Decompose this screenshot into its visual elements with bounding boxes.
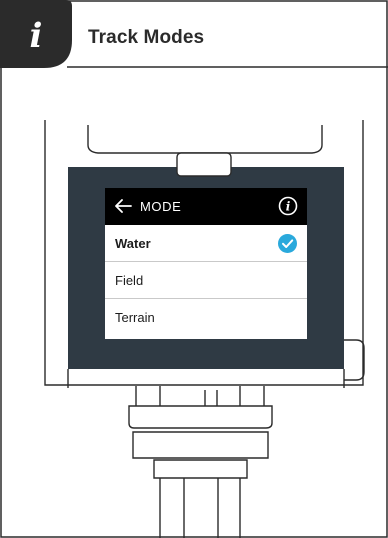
info-icon: i [0,0,72,68]
mode-label: Field [115,272,144,288]
screen-header: MODE i [105,188,307,225]
svg-text:i: i [30,16,43,56]
info-circle-icon[interactable]: i [278,196,298,216]
device-screen: MODE i Water Field Terrain [105,188,307,339]
mode-item-field[interactable]: Field [105,262,307,299]
page-title: Track Modes [88,27,205,48]
check-circle-icon [278,234,297,253]
mode-item-terrain[interactable]: Terrain [105,299,307,336]
screen-title: MODE [140,199,182,214]
mode-item-water[interactable]: Water [105,225,307,262]
back-arrow-icon[interactable] [113,198,133,214]
mode-label: Terrain [115,310,155,325]
svg-text:i: i [286,200,291,214]
mode-label: Water [115,235,151,251]
